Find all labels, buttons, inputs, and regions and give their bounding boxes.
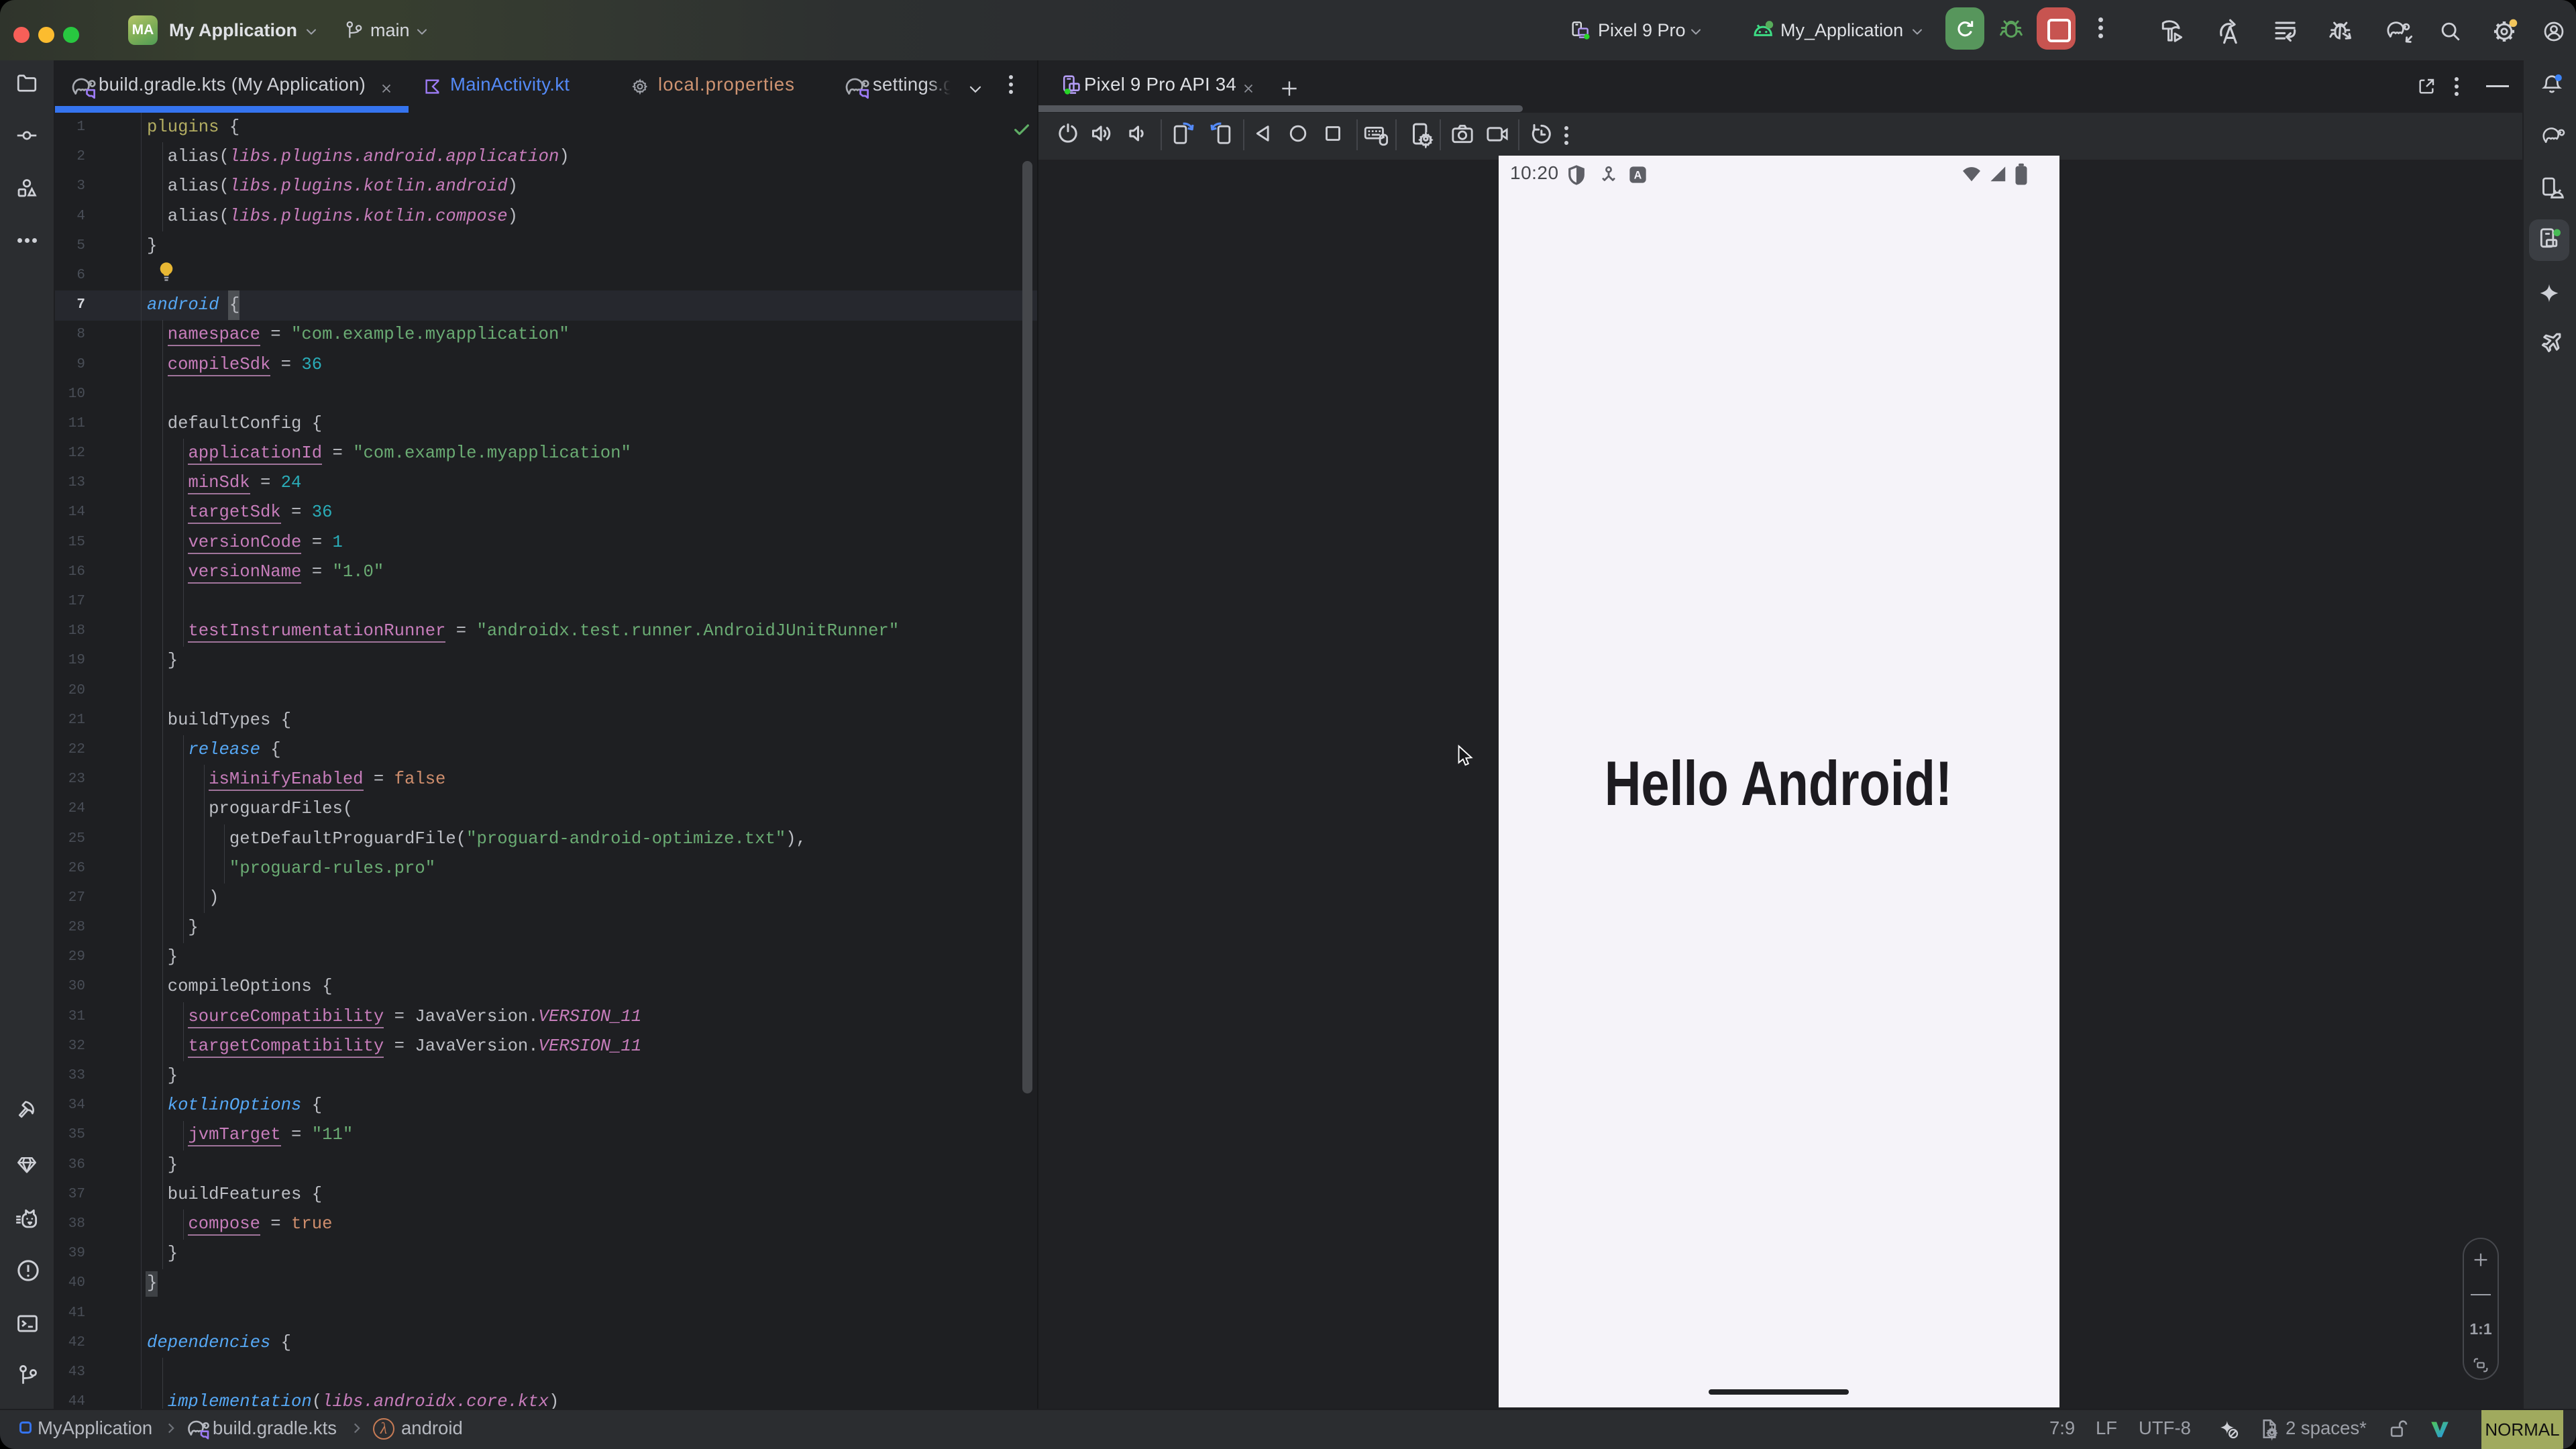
svg-text:A: A <box>1634 170 1642 182</box>
